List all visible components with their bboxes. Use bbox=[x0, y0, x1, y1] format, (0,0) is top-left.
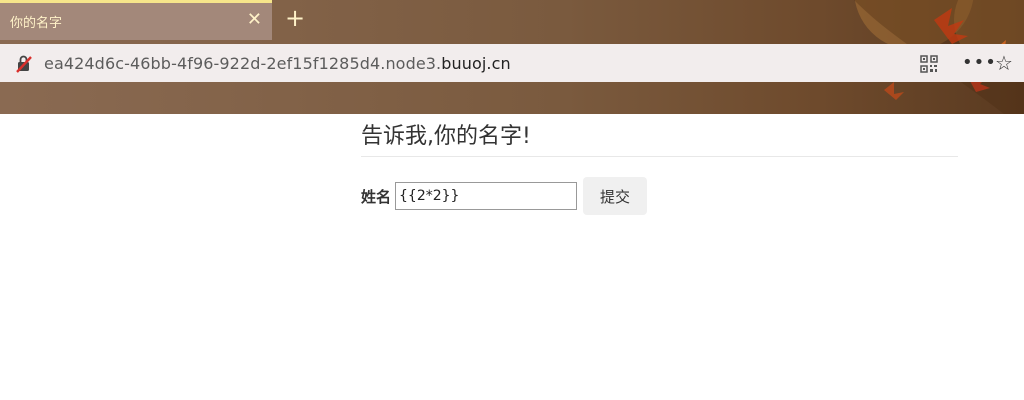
close-icon[interactable]: ✕ bbox=[247, 8, 262, 32]
tab-title: 你的名字 bbox=[10, 16, 63, 31]
name-label: 姓名 bbox=[361, 187, 392, 206]
tab-active[interactable]: 你的名字 ✕ bbox=[0, 0, 272, 40]
address-bar[interactable]: ea424d6c-46bb-4f96-922d-2ef15f1285d4.nod… bbox=[0, 44, 1024, 82]
more-options-icon[interactable]: ••• bbox=[962, 52, 997, 73]
browser-chrome: 你的名字 ✕ + ea424d6c-46bb-4f96-922d-2ef15f1… bbox=[0, 0, 1024, 114]
tab-strip: 你的名字 ✕ + bbox=[0, 0, 1024, 40]
insecure-icon[interactable] bbox=[14, 54, 34, 74]
page-content: 告诉我,你的名字! 姓名 提交 bbox=[0, 114, 1024, 400]
url-prefix: ea424d6c-46bb-4f96-922d-2ef15f1285d4.nod… bbox=[44, 54, 442, 73]
favorite-star-icon[interactable]: ☆ bbox=[995, 51, 1013, 75]
submit-button[interactable]: 提交 bbox=[583, 177, 648, 215]
url-host: buuoj.cn bbox=[441, 54, 511, 73]
name-form: 姓名 提交 bbox=[361, 177, 648, 215]
favorites-bar bbox=[0, 82, 1024, 114]
qr-code-icon[interactable] bbox=[920, 55, 938, 73]
new-tab-button[interactable]: + bbox=[282, 4, 308, 32]
url-text[interactable]: ea424d6c-46bb-4f96-922d-2ef15f1285d4.nod… bbox=[44, 54, 511, 73]
name-input[interactable] bbox=[395, 182, 578, 210]
page-title: 告诉我,你的名字! bbox=[361, 118, 958, 157]
